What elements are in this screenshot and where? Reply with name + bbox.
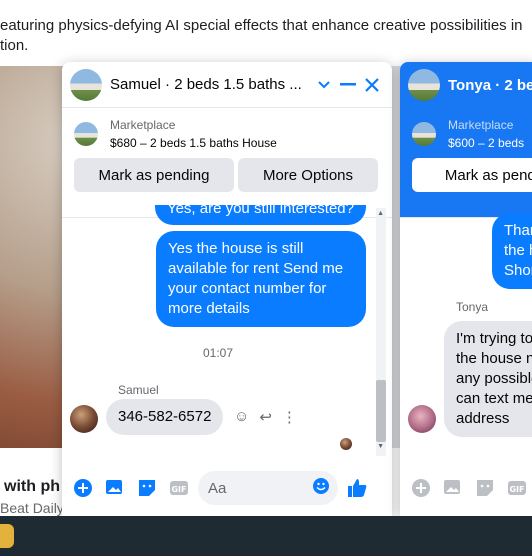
- message-incoming[interactable]: 346-582-6572: [106, 399, 224, 435]
- gif-icon[interactable]: GIF: [166, 475, 192, 501]
- chat-header: Tonya · 2 beds: [400, 62, 532, 108]
- feed-source[interactable]: Beat Daily: [0, 500, 64, 516]
- more-options-button[interactable]: More Options: [238, 158, 378, 192]
- gif-icon[interactable]: GIF: [504, 475, 530, 501]
- chat-header: Samuel · 2 beds 1.5 baths ...: [62, 62, 392, 108]
- scrollbar-thumb[interactable]: [376, 380, 386, 442]
- message-input[interactable]: Aa: [198, 471, 338, 505]
- chevron-down-icon[interactable]: [312, 73, 336, 97]
- app-icon[interactable]: [0, 524, 14, 548]
- more-vertical-icon[interactable]: ⋮: [282, 408, 297, 426]
- feed-text-line-2: tion.: [0, 37, 29, 54]
- seen-indicator-avatar: [340, 438, 352, 450]
- minimize-icon[interactable]: [336, 73, 360, 97]
- sender-name: Tonya: [456, 300, 489, 314]
- feed-caption[interactable]: with ph: [4, 478, 60, 496]
- message-composer: GIF: [400, 465, 532, 511]
- scroll-down-icon[interactable]: ▼: [377, 443, 384, 450]
- message-outgoing-partial[interactable]: Yes, are you still interested?: [154, 205, 366, 225]
- sticker-icon[interactable]: [134, 475, 160, 501]
- message-incoming[interactable]: I'm trying to the house n any possible c…: [444, 321, 532, 437]
- screen: eaturing physics-defying AI special effe…: [0, 0, 532, 556]
- emoji-reaction-icon[interactable]: ☺: [234, 408, 249, 426]
- svg-text:GIF: GIF: [171, 485, 186, 494]
- listing-actions: Mark as pendi: [412, 158, 532, 192]
- message-timestamp: 01:07: [202, 346, 234, 360]
- listing-thumbnail[interactable]: [412, 122, 436, 146]
- message-actions: ☺ ↩ ⋮: [234, 408, 297, 426]
- photo-icon[interactable]: [102, 475, 128, 501]
- sticker-icon[interactable]: [472, 475, 498, 501]
- listing-actions: Mark as pending More Options: [74, 158, 378, 192]
- thumbs-up-icon[interactable]: [344, 475, 370, 501]
- photo-icon[interactable]: [440, 475, 466, 501]
- mark-as-pending-button[interactable]: Mark as pendi: [412, 158, 532, 192]
- listing-card: Marketplace $680 – 2 beds 1.5 baths Hous…: [62, 108, 392, 218]
- message-list: Than the h Shor Tonya I'm trying to the …: [400, 205, 532, 460]
- avatar[interactable]: [70, 68, 102, 101]
- sender-avatar[interactable]: [408, 405, 436, 433]
- reply-icon[interactable]: ↩: [259, 408, 272, 426]
- feed-text-line-1: eaturing physics-defying AI special effe…: [0, 17, 523, 34]
- chat-title[interactable]: Samuel · 2 beds 1.5 baths ...: [110, 76, 312, 93]
- plus-icon[interactable]: [70, 475, 96, 501]
- message-list: Yes, are you still interested? Yes the h…: [62, 205, 392, 460]
- message-outgoing[interactable]: Yes the house is still available for ren…: [156, 231, 366, 327]
- listing-price[interactable]: $680 – 2 beds 1.5 baths House: [110, 136, 277, 150]
- sender-name: Samuel: [118, 383, 159, 397]
- listing-source: Marketplace: [448, 118, 514, 132]
- listing-card: Marketplace $600 – 2 beds Mark as pendi: [400, 108, 532, 218]
- sender-avatar[interactable]: [70, 405, 98, 433]
- close-icon[interactable]: [360, 73, 384, 97]
- chat-window-samuel: Samuel · 2 beds 1.5 baths ... Marketplac…: [62, 62, 392, 516]
- chat-window-tonya: Tonya · 2 beds Marketplace $600 – 2 beds…: [400, 62, 532, 516]
- listing-thumbnail[interactable]: [74, 122, 98, 146]
- message-input-placeholder: Aa: [208, 479, 227, 497]
- message-outgoing[interactable]: Than the h Shor: [492, 213, 532, 289]
- taskbar: [0, 516, 532, 556]
- svg-text:GIF: GIF: [509, 485, 524, 494]
- chat-title[interactable]: Tonya · 2 beds: [448, 77, 532, 94]
- scroll-up-icon[interactable]: ▲: [377, 210, 384, 217]
- listing-source: Marketplace: [110, 118, 176, 132]
- plus-icon[interactable]: [408, 475, 434, 501]
- avatar[interactable]: [408, 69, 440, 101]
- mark-as-pending-button[interactable]: Mark as pending: [74, 158, 234, 192]
- listing-price[interactable]: $600 – 2 beds: [448, 136, 524, 150]
- emoji-icon[interactable]: [312, 477, 330, 500]
- message-composer: GIF Aa: [62, 465, 392, 511]
